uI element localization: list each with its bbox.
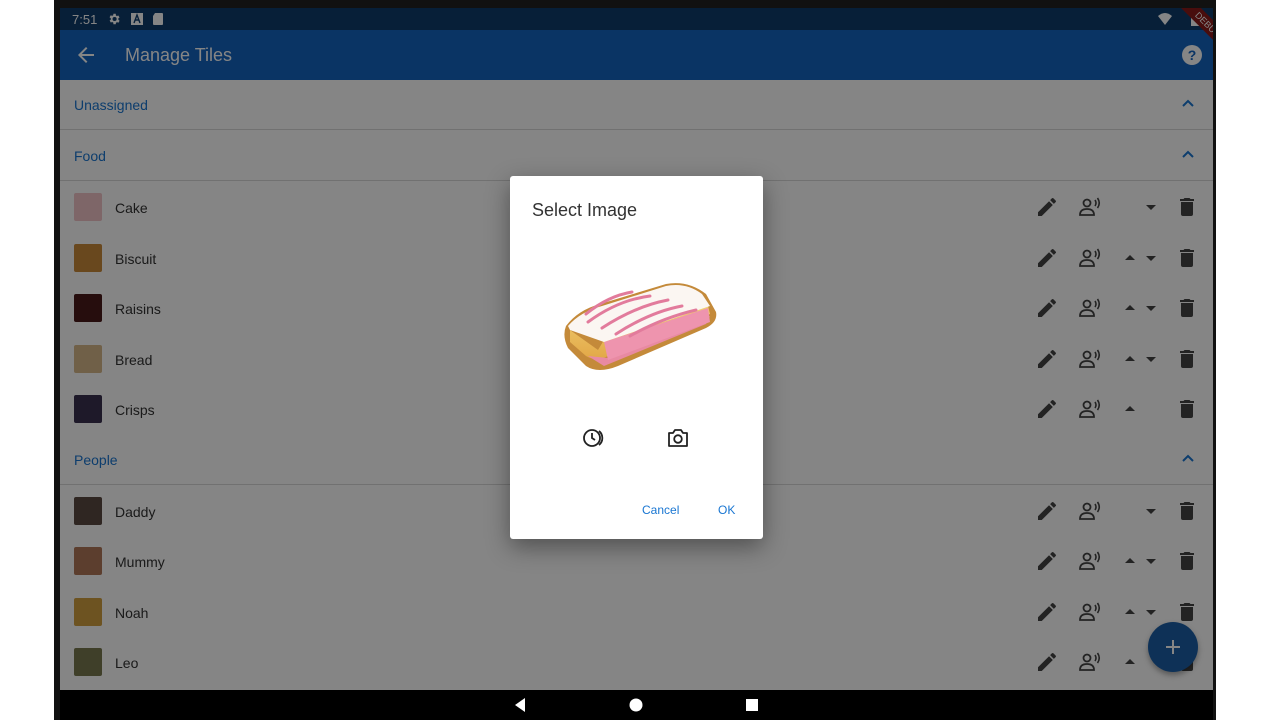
cake-image-preview — [564, 283, 717, 370]
screen: 7:51 Manage Tiles ? DEBUG Unassigned Foo… — [60, 8, 1213, 720]
nav-recents-icon[interactable] — [744, 697, 760, 713]
nav-home-icon[interactable] — [628, 697, 644, 713]
select-image-dialog: Select Image Cancel OK — [510, 176, 763, 539]
nav-back-icon[interactable] — [512, 697, 528, 713]
image-history-icon[interactable] — [582, 426, 606, 450]
cancel-button[interactable]: Cancel — [642, 503, 679, 517]
camera-icon[interactable] — [666, 426, 690, 450]
device-bezel-top — [54, 0, 1216, 8]
device-bezel-right — [1213, 0, 1216, 720]
dialog-title: Select Image — [532, 200, 638, 220]
system-navigation-bar — [60, 690, 1213, 720]
device-frame: 7:51 Manage Tiles ? DEBUG Unassigned Foo… — [0, 0, 1280, 720]
ok-button[interactable]: OK — [718, 503, 735, 517]
